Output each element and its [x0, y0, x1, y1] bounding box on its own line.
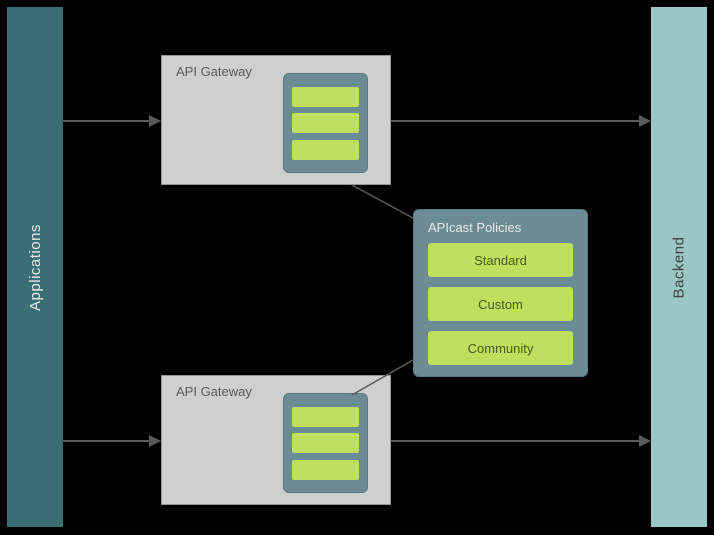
policy-bar	[292, 87, 359, 107]
policy-standard: Standard	[428, 243, 573, 277]
policy-bar	[292, 407, 359, 427]
arrow-head-icon	[149, 435, 161, 447]
policy-community: Community	[428, 331, 573, 365]
arrow-line	[391, 440, 639, 442]
policy-stack-icon	[283, 73, 368, 173]
policy-custom: Custom	[428, 287, 573, 321]
policy-bar	[292, 460, 359, 480]
api-gateway-top: API Gateway	[161, 55, 391, 185]
policy-stack-icon	[283, 393, 368, 493]
backend-block: Backend	[651, 7, 707, 527]
arrow-line	[63, 120, 149, 122]
applications-label: Applications	[27, 224, 44, 311]
arrow-head-icon	[149, 115, 161, 127]
api-gateway-title: API Gateway	[176, 384, 252, 399]
arrow-line	[391, 120, 639, 122]
policies-items: Standard Custom Community	[414, 241, 587, 375]
api-gateway-title: API Gateway	[176, 64, 252, 79]
apicast-policies-box: APIcast Policies Standard Custom Communi…	[413, 209, 588, 377]
arrow-line	[63, 440, 149, 442]
policy-bar	[292, 113, 359, 133]
policy-bar	[292, 140, 359, 160]
apicast-policies-title: APIcast Policies	[414, 210, 587, 241]
policy-bar	[292, 433, 359, 453]
applications-block: Applications	[7, 7, 63, 527]
arrow-head-icon	[639, 435, 651, 447]
backend-label: Backend	[671, 236, 688, 298]
api-gateway-bottom: API Gateway	[161, 375, 391, 505]
arrow-head-icon	[639, 115, 651, 127]
